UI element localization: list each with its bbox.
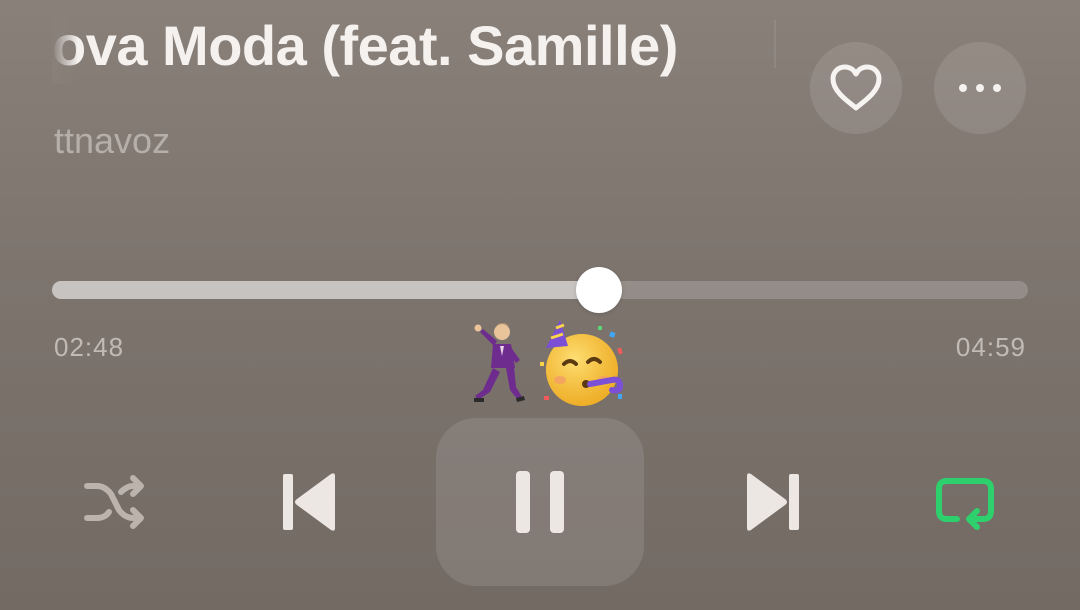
dancer-sticker <box>466 318 528 410</box>
shuffle-button[interactable] <box>80 472 150 532</box>
next-track-button[interactable] <box>740 468 806 536</box>
more-options-button[interactable] <box>934 42 1026 134</box>
heart-icon <box>830 64 882 111</box>
progress-thumb[interactable] <box>575 267 622 313</box>
title-divider <box>774 20 776 68</box>
progress-slider[interactable] <box>52 267 1028 313</box>
pause-icon <box>516 471 564 533</box>
repeat-button[interactable] <box>930 474 1000 536</box>
track-title: ova Moda (feat. Samille) <box>52 14 678 77</box>
previous-track-button[interactable] <box>276 468 342 536</box>
party-face-sticker <box>538 318 628 410</box>
skip-back-icon <box>283 473 335 531</box>
favorite-button[interactable] <box>810 42 902 134</box>
play-pause-button[interactable] <box>500 466 580 538</box>
repeat-icon <box>936 478 994 530</box>
ellipsis-icon <box>959 84 1001 92</box>
dancing-man-icon <box>474 323 525 402</box>
artist-name[interactable]: ttnavoz <box>54 120 170 162</box>
party-face-icon <box>540 320 624 406</box>
progress-fill <box>52 281 599 299</box>
skip-forward-icon <box>747 473 799 531</box>
elapsed-time: 02:48 <box>54 332 125 362</box>
title-scroll-fade <box>52 8 78 84</box>
total-time: 04:59 <box>955 332 1026 362</box>
shuffle-icon <box>84 475 144 529</box>
